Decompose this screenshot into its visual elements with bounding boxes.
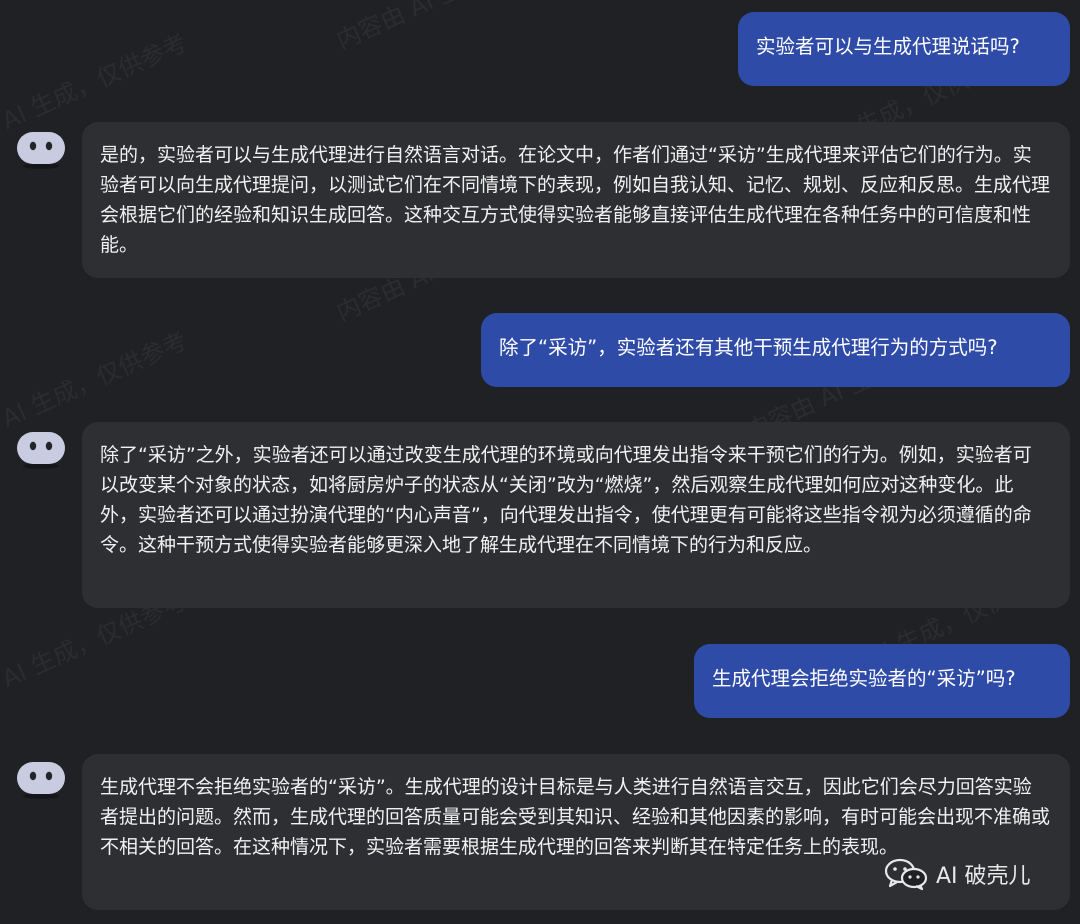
assistant-message: 除了“采访”之外，实验者还可以通过改变生成代理的环境或向代理发出指令来干预它们的… [82, 422, 1070, 608]
watermark: 内容由 AI 生成 [332, 0, 489, 55]
bot-avatar-icon [17, 762, 65, 799]
assistant-message-row: 除了“采访”之外，实验者还可以通过改变生成代理的环境或向代理发出指令来干预它们的… [0, 422, 1070, 608]
user-message: 生成代理会拒绝实验者的“采访”吗? [694, 644, 1070, 718]
assistant-message-row: 是的，实验者可以与生成代理进行自然语言对话。在论文中，作者们通过“采访”生成代理… [0, 122, 1070, 278]
user-message: 实验者可以与生成代理说话吗? [738, 12, 1070, 86]
watermark: AI 生成，仅供参考 [0, 28, 192, 136]
wechat-icon [884, 858, 928, 891]
brand-label: AI 破壳儿 [936, 864, 1031, 889]
assistant-message: 是的，实验者可以与生成代理进行自然语言对话。在论文中，作者们通过“采访”生成代理… [82, 122, 1070, 278]
watermark: AI 生成，仅供参考 [0, 326, 192, 434]
brand-watermark: AI 破壳儿 [884, 857, 1031, 891]
bot-avatar-icon [17, 132, 65, 169]
bot-avatar-icon [17, 432, 65, 469]
user-message: 除了“采访”，实验者还有其他干预生成代理行为的方式吗? [481, 313, 1070, 387]
